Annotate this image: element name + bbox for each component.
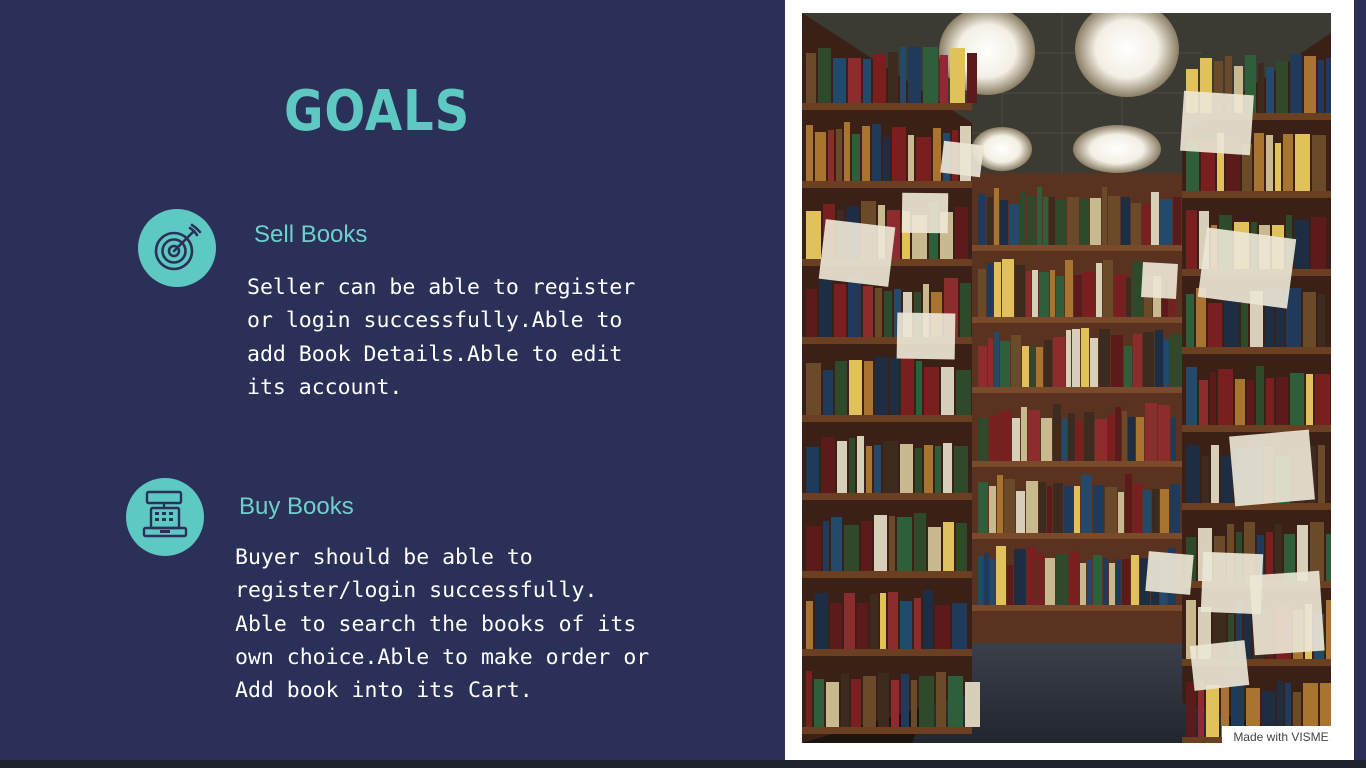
library-bookshelves-photo — [802, 13, 1331, 743]
made-with-visme-badge[interactable]: Made with VISME — [1222, 726, 1340, 748]
slide-right-edge — [1354, 0, 1366, 760]
buy-books-description: Buyer should be able to register/login s… — [235, 545, 650, 704]
slide-title: GOALS — [284, 79, 471, 144]
buy-books-heading: Buy Books — [239, 493, 354, 520]
cash-register-icon — [126, 478, 204, 556]
sell-books-heading: Sell Books — [254, 221, 368, 248]
target-dart-icon — [138, 209, 216, 287]
sell-books-description: Seller can be able to register or login … — [247, 275, 636, 400]
bottom-bar — [0, 760, 1366, 768]
